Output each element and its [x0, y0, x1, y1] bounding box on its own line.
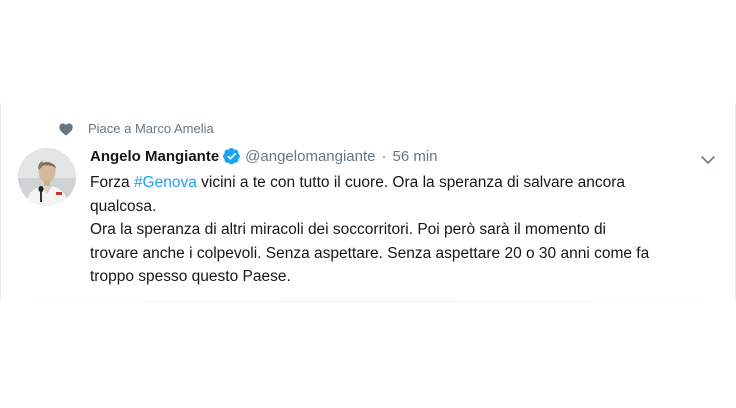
page: Piace a Marco Amelia Angelo Mangiante @a… [0, 0, 736, 408]
heart-icon [58, 121, 74, 137]
hashtag-link[interactable]: #Genova [134, 174, 197, 191]
author-name[interactable]: Angelo Mangiante [90, 148, 219, 165]
tweet-line-2: qualcosa. [90, 197, 157, 215]
tweet-timestamp[interactable]: 56 min [393, 148, 438, 165]
tweet-text-segment: vicini a te con tutto il cuore. Ora la s… [196, 174, 626, 191]
tweet-text-segment: Forza [90, 174, 134, 191]
tweet-line-5: troppo spesso questo Paese. [90, 268, 291, 285]
author-handle[interactable]: @angelomangiante [245, 148, 375, 165]
social-context-label[interactable]: Piace a Marco Amelia [88, 121, 214, 136]
verified-badge-icon [223, 147, 241, 165]
social-context: Piace a Marco Amelia [58, 119, 214, 137]
tweet-line-3: Ora la speranza di altri miracoli dei so… [90, 221, 607, 238]
tweet-line-1: Forza #Genova vicini a te con tutto il c… [90, 171, 710, 195]
tweet-text: Forza #Genova vicini a te con tutto il c… [90, 171, 710, 289]
tweet-header: Angelo Mangiante @angelomangiante · 56 m… [90, 145, 438, 167]
chevron-down-icon[interactable] [698, 150, 718, 170]
tweet-line-4: trovare anche i colpevoli. Senza aspetta… [90, 244, 650, 262]
separator-dot: · [381, 147, 387, 165]
tweet-card[interactable]: Piace a Marco Amelia Angelo Mangiante @a… [0, 103, 736, 302]
avatar[interactable] [18, 148, 76, 206]
